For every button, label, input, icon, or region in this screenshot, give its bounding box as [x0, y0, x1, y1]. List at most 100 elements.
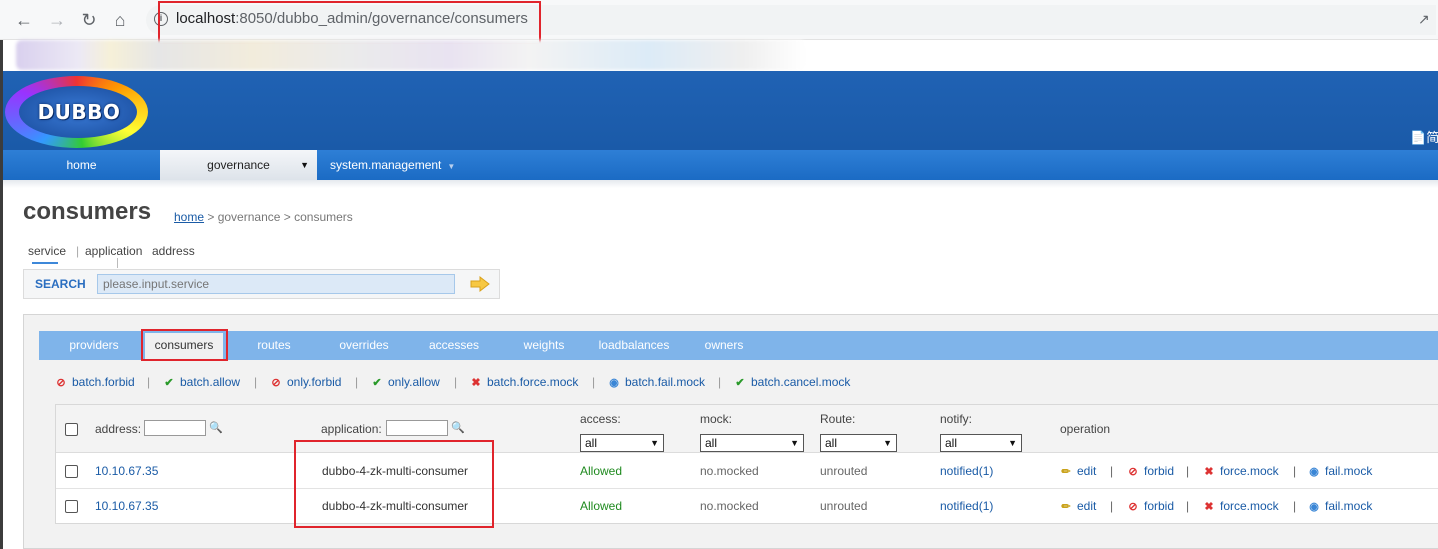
arrow-right-icon[interactable]	[468, 274, 492, 294]
row-address-link[interactable]: 10.10.67.35	[95, 464, 158, 478]
info-circle-icon: ◉	[1309, 501, 1319, 513]
application-filter-input[interactable]	[386, 420, 448, 436]
separator: |	[454, 375, 458, 389]
search-icon[interactable]: 🔍	[209, 421, 223, 434]
separator: |	[1110, 464, 1114, 478]
forbid-icon: ⊘	[1128, 466, 1138, 478]
search-tab-address[interactable]: address	[152, 244, 195, 258]
menu-system-management[interactable]: system.management ▼	[330, 150, 480, 180]
tab-providers[interactable]: providers	[55, 331, 133, 360]
access-filter-select[interactable]: all ▼	[580, 434, 664, 452]
tab-accesses[interactable]: accesses	[420, 331, 488, 360]
separator: |	[592, 375, 596, 389]
batch-fail-mock-button[interactable]: ◉ batch.fail.mock	[608, 375, 705, 389]
share-icon[interactable]: ↗	[1418, 11, 1430, 28]
forbid-button[interactable]: ⊘ forbid	[1127, 464, 1174, 478]
check-icon: ✔	[164, 377, 174, 389]
header-access: access:	[580, 412, 621, 426]
batch-allow-button[interactable]: ✔ batch.allow	[163, 375, 240, 389]
row-checkbox[interactable]	[65, 500, 78, 513]
tab-loadbalances[interactable]: loadbalances	[594, 331, 674, 360]
close-circle-icon: ✖	[1204, 501, 1214, 513]
tab-divider: |	[76, 244, 80, 258]
page-title: consumers	[23, 198, 152, 225]
forward-icon[interactable]: →	[45, 8, 69, 32]
forbid-icon: ⊘	[56, 377, 66, 389]
close-circle-icon: ✖	[471, 377, 481, 389]
highlight-application-column	[294, 440, 494, 528]
menu-shadow	[3, 180, 1438, 188]
only-forbid-button[interactable]: ⊘ only.forbid	[270, 375, 341, 389]
header-address: address:	[95, 422, 142, 436]
edit-button[interactable]: ✏ edit	[1060, 464, 1096, 478]
row-route: unrouted	[820, 464, 868, 478]
force-mock-button[interactable]: ✖ force.mock	[1203, 499, 1278, 513]
separator: |	[1110, 499, 1114, 513]
info-circle-icon: ◉	[609, 377, 619, 389]
dropdown-caret-icon: ▼	[447, 162, 456, 171]
row-address-link[interactable]: 10.10.67.35	[95, 499, 158, 513]
header-route: Route:	[820, 412, 856, 426]
check-icon: ✔	[372, 377, 382, 389]
forbid-button[interactable]: ⊘ forbid	[1127, 499, 1174, 513]
chevron-down-icon: ▼	[883, 438, 892, 448]
reload-icon[interactable]: ↻	[77, 8, 101, 32]
search-tab-service[interactable]: service	[28, 244, 66, 258]
forbid-icon: ⊘	[271, 377, 281, 389]
mock-filter-select[interactable]: all ▼	[700, 434, 804, 452]
search-input[interactable]	[97, 274, 455, 294]
chevron-down-icon: ▼	[650, 438, 659, 448]
edit-button[interactable]: ✏ edit	[1060, 499, 1096, 513]
separator: |	[1293, 499, 1297, 513]
row-notify-link[interactable]: notified(1)	[940, 499, 993, 513]
home-icon[interactable]: ⌂	[108, 8, 132, 32]
tab-divider	[117, 258, 118, 268]
check-icon: ✔	[735, 377, 745, 389]
search-label: SEARCH	[35, 277, 86, 291]
pencil-icon: ✏	[1061, 466, 1071, 478]
breadcrumb: home > governance > consumers	[174, 210, 353, 224]
row-mock: no.mocked	[700, 499, 759, 513]
route-filter-select[interactable]: all ▼	[820, 434, 897, 452]
tab-routes[interactable]: routes	[240, 331, 308, 360]
breadcrumb-home-link[interactable]: home	[174, 210, 204, 224]
row-checkbox[interactable]	[65, 465, 78, 478]
tab-owners[interactable]: owners	[690, 331, 758, 360]
search-icon[interactable]: 🔍	[451, 421, 465, 434]
address-filter-input[interactable]	[144, 420, 206, 436]
menu-home[interactable]: home	[3, 150, 160, 180]
tab-weights[interactable]: weights	[510, 331, 578, 360]
only-allow-button[interactable]: ✔ only.allow	[371, 375, 439, 389]
highlight-url-box	[158, 1, 541, 45]
back-icon[interactable]: ←	[12, 8, 36, 32]
row-notify-link[interactable]: notified(1)	[940, 464, 993, 478]
bookmarks-bar-blurred	[16, 40, 806, 70]
row-divider	[56, 488, 1438, 489]
document-icon: 📄	[1410, 130, 1427, 145]
dropdown-caret-icon: ▼	[300, 160, 309, 170]
batch-cancel-mock-button[interactable]: ✔ batch.cancel.mock	[734, 375, 850, 389]
header-mock: mock:	[700, 412, 733, 426]
header-operation: operation	[1060, 422, 1111, 436]
active-tab-indicator	[32, 262, 58, 264]
separator: |	[1186, 464, 1190, 478]
notify-filter-select[interactable]: all ▼	[940, 434, 1022, 452]
search-tab-application[interactable]: application	[85, 244, 142, 258]
force-mock-button[interactable]: ✖ force.mock	[1203, 464, 1278, 478]
dubbo-logo[interactable]: DUBBO	[5, 76, 148, 148]
separator: |	[254, 375, 258, 389]
app-header	[3, 71, 1438, 150]
forbid-icon: ⊘	[1128, 501, 1138, 513]
batch-force-mock-button[interactable]: ✖ batch.force.mock	[470, 375, 578, 389]
select-all-checkbox[interactable]	[65, 423, 78, 436]
close-circle-icon: ✖	[1204, 466, 1214, 478]
tab-overrides[interactable]: overrides	[330, 331, 398, 360]
row-route: unrouted	[820, 499, 868, 513]
menu-governance[interactable]: governance ▼	[160, 150, 317, 180]
batch-forbid-button[interactable]: ⊘ batch.forbid	[55, 375, 134, 389]
pencil-icon: ✏	[1061, 501, 1071, 513]
language-switch[interactable]: 📄简体	[1410, 127, 1438, 146]
fail-mock-button[interactable]: ◉ fail.mock	[1308, 499, 1372, 513]
fail-mock-button[interactable]: ◉ fail.mock	[1308, 464, 1372, 478]
separator: |	[1293, 464, 1297, 478]
